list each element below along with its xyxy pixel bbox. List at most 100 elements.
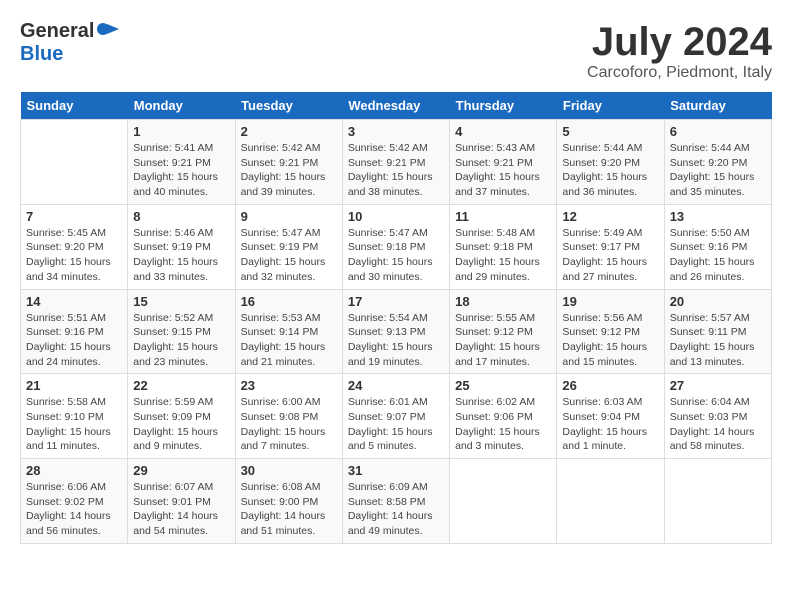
- day-info: Sunrise: 5:49 AM Sunset: 9:17 PM Dayligh…: [562, 226, 658, 285]
- calendar-cell: 7Sunrise: 5:45 AM Sunset: 9:20 PM Daylig…: [21, 204, 128, 289]
- day-info: Sunrise: 5:53 AM Sunset: 9:14 PM Dayligh…: [241, 311, 337, 370]
- day-number: 31: [348, 463, 444, 478]
- day-header-tuesday: Tuesday: [235, 92, 342, 120]
- day-info: Sunrise: 5:51 AM Sunset: 9:16 PM Dayligh…: [26, 311, 122, 370]
- day-info: Sunrise: 5:47 AM Sunset: 9:18 PM Dayligh…: [348, 226, 444, 285]
- day-info: Sunrise: 6:04 AM Sunset: 9:03 PM Dayligh…: [670, 395, 766, 454]
- day-info: Sunrise: 6:09 AM Sunset: 8:58 PM Dayligh…: [348, 480, 444, 539]
- calendar-cell: 11Sunrise: 5:48 AM Sunset: 9:18 PM Dayli…: [450, 204, 557, 289]
- day-info: Sunrise: 5:56 AM Sunset: 9:12 PM Dayligh…: [562, 311, 658, 370]
- day-header-sunday: Sunday: [21, 92, 128, 120]
- day-info: Sunrise: 5:52 AM Sunset: 9:15 PM Dayligh…: [133, 311, 229, 370]
- day-info: Sunrise: 5:54 AM Sunset: 9:13 PM Dayligh…: [348, 311, 444, 370]
- calendar-cell: 26Sunrise: 6:03 AM Sunset: 9:04 PM Dayli…: [557, 374, 664, 459]
- day-info: Sunrise: 5:57 AM Sunset: 9:11 PM Dayligh…: [670, 311, 766, 370]
- week-row-2: 7Sunrise: 5:45 AM Sunset: 9:20 PM Daylig…: [21, 204, 772, 289]
- day-info: Sunrise: 6:03 AM Sunset: 9:04 PM Dayligh…: [562, 395, 658, 454]
- day-number: 9: [241, 209, 337, 224]
- calendar-cell: [21, 120, 128, 205]
- day-header-wednesday: Wednesday: [342, 92, 449, 120]
- day-info: Sunrise: 5:55 AM Sunset: 9:12 PM Dayligh…: [455, 311, 551, 370]
- calendar-cell: 4 Sunrise: 5:43 AM Sunset: 9:21 PM Daylig…: [450, 120, 557, 205]
- calendar-cell: 18 Sunrise: 5:55 AM Sunset: 9:12 PM Dayli…: [450, 289, 557, 374]
- day-info: Sunrise: 5:45 AM Sunset: 9:20 PM Dayligh…: [26, 226, 122, 285]
- day-number: 1: [133, 124, 229, 139]
- day-number: 22: [133, 378, 229, 393]
- day-number: 14: [26, 294, 122, 309]
- day-number: 6: [670, 124, 766, 139]
- calendar-cell: 19 Sunrise: 5:56 AM Sunset: 9:12 PM Dayli…: [557, 289, 664, 374]
- day-info: Sunrise: 5:58 AM Sunset: 9:10 PM Dayligh…: [26, 395, 122, 454]
- calendar-cell: 10Sunrise: 5:47 AM Sunset: 9:18 PM Dayli…: [342, 204, 449, 289]
- logo-general-text: General: [20, 20, 94, 43]
- calendar-cell: 5 Sunrise: 5:44 AM Sunset: 9:20 PM Daylig…: [557, 120, 664, 205]
- week-row-1: 1 Sunrise: 5:41 AM Sunset: 9:21 PM Daylig…: [21, 120, 772, 205]
- calendar-cell: 25 Sunrise: 6:02 AM Sunset: 9:06 PM Dayli…: [450, 374, 557, 459]
- calendar-cell: [557, 459, 664, 544]
- week-row-5: 28 Sunrise: 6:06 AM Sunset: 9:02 PM Dayli…: [21, 459, 772, 544]
- calendar-cell: 2 Sunrise: 5:42 AM Sunset: 9:21 PM Daylig…: [235, 120, 342, 205]
- day-number: 11: [455, 209, 551, 224]
- day-info: Sunrise: 5:44 AM Sunset: 9:20 PM Dayligh…: [670, 141, 766, 200]
- calendar-cell: 14 Sunrise: 5:51 AM Sunset: 9:16 PM Dayli…: [21, 289, 128, 374]
- calendar-cell: 29 Sunrise: 6:07 AM Sunset: 9:01 PM Dayli…: [128, 459, 235, 544]
- day-number: 16: [241, 294, 337, 309]
- day-number: 21: [26, 378, 122, 393]
- day-info: Sunrise: 5:47 AM Sunset: 9:19 PM Dayligh…: [241, 226, 337, 285]
- calendar-cell: 17 Sunrise: 5:54 AM Sunset: 9:13 PM Dayli…: [342, 289, 449, 374]
- calendar-cell: 3 Sunrise: 5:42 AM Sunset: 9:21 PM Daylig…: [342, 120, 449, 205]
- header: General Blue July 2024 Carcoforo, Piedmo…: [20, 20, 772, 82]
- day-number: 29: [133, 463, 229, 478]
- day-info: Sunrise: 6:08 AM Sunset: 9:00 PM Dayligh…: [241, 480, 337, 539]
- day-number: 2: [241, 124, 337, 139]
- calendar-cell: 22Sunrise: 5:59 AM Sunset: 9:09 PM Dayli…: [128, 374, 235, 459]
- calendar-cell: 31 Sunrise: 6:09 AM Sunset: 8:58 PM Dayli…: [342, 459, 449, 544]
- day-number: 5: [562, 124, 658, 139]
- calendar-table: SundayMondayTuesdayWednesdayThursdayFrid…: [20, 92, 772, 544]
- day-header-friday: Friday: [557, 92, 664, 120]
- logo-blue-text: Blue: [20, 43, 63, 65]
- day-number: 20: [670, 294, 766, 309]
- day-info: Sunrise: 5:41 AM Sunset: 9:21 PM Dayligh…: [133, 141, 229, 200]
- day-number: 23: [241, 378, 337, 393]
- calendar-cell: [450, 459, 557, 544]
- day-info: Sunrise: 6:06 AM Sunset: 9:02 PM Dayligh…: [26, 480, 122, 539]
- day-info: Sunrise: 6:00 AM Sunset: 9:08 PM Dayligh…: [241, 395, 337, 454]
- week-row-4: 21 Sunrise: 5:58 AM Sunset: 9:10 PM Dayli…: [21, 374, 772, 459]
- day-number: 4: [455, 124, 551, 139]
- day-info: Sunrise: 5:44 AM Sunset: 9:20 PM Dayligh…: [562, 141, 658, 200]
- calendar-cell: [664, 459, 771, 544]
- day-number: 27: [670, 378, 766, 393]
- calendar-cell: 9 Sunrise: 5:47 AM Sunset: 9:19 PM Daylig…: [235, 204, 342, 289]
- calendar-cell: 20 Sunrise: 5:57 AM Sunset: 9:11 PM Dayli…: [664, 289, 771, 374]
- day-info: Sunrise: 5:43 AM Sunset: 9:21 PM Dayligh…: [455, 141, 551, 200]
- logo-flag-icon: [97, 20, 119, 43]
- day-header-row: SundayMondayTuesdayWednesdayThursdayFrid…: [21, 92, 772, 120]
- calendar-cell: 8Sunrise: 5:46 AM Sunset: 9:19 PM Daylig…: [128, 204, 235, 289]
- day-info: Sunrise: 6:02 AM Sunset: 9:06 PM Dayligh…: [455, 395, 551, 454]
- day-number: 18: [455, 294, 551, 309]
- calendar-cell: 16 Sunrise: 5:53 AM Sunset: 9:14 PM Dayli…: [235, 289, 342, 374]
- calendar-cell: 28 Sunrise: 6:06 AM Sunset: 9:02 PM Dayli…: [21, 459, 128, 544]
- day-number: 28: [26, 463, 122, 478]
- day-number: 30: [241, 463, 337, 478]
- day-info: Sunrise: 5:42 AM Sunset: 9:21 PM Dayligh…: [348, 141, 444, 200]
- calendar-cell: 24 Sunrise: 6:01 AM Sunset: 9:07 PM Dayli…: [342, 374, 449, 459]
- day-number: 25: [455, 378, 551, 393]
- day-info: Sunrise: 5:42 AM Sunset: 9:21 PM Dayligh…: [241, 141, 337, 200]
- title-area: July 2024 Carcoforo, Piedmont, Italy: [587, 20, 772, 82]
- day-info: Sunrise: 6:01 AM Sunset: 9:07 PM Dayligh…: [348, 395, 444, 454]
- calendar-cell: 23 Sunrise: 6:00 AM Sunset: 9:08 PM Dayli…: [235, 374, 342, 459]
- calendar-cell: 1 Sunrise: 5:41 AM Sunset: 9:21 PM Daylig…: [128, 120, 235, 205]
- day-info: Sunrise: 5:50 AM Sunset: 9:16 PM Dayligh…: [670, 226, 766, 285]
- day-info: Sunrise: 6:07 AM Sunset: 9:01 PM Dayligh…: [133, 480, 229, 539]
- day-number: 12: [562, 209, 658, 224]
- day-number: 15: [133, 294, 229, 309]
- day-number: 24: [348, 378, 444, 393]
- calendar-cell: 30 Sunrise: 6:08 AM Sunset: 9:00 PM Dayli…: [235, 459, 342, 544]
- day-header-monday: Monday: [128, 92, 235, 120]
- day-number: 3: [348, 124, 444, 139]
- day-number: 17: [348, 294, 444, 309]
- day-number: 19: [562, 294, 658, 309]
- day-number: 13: [670, 209, 766, 224]
